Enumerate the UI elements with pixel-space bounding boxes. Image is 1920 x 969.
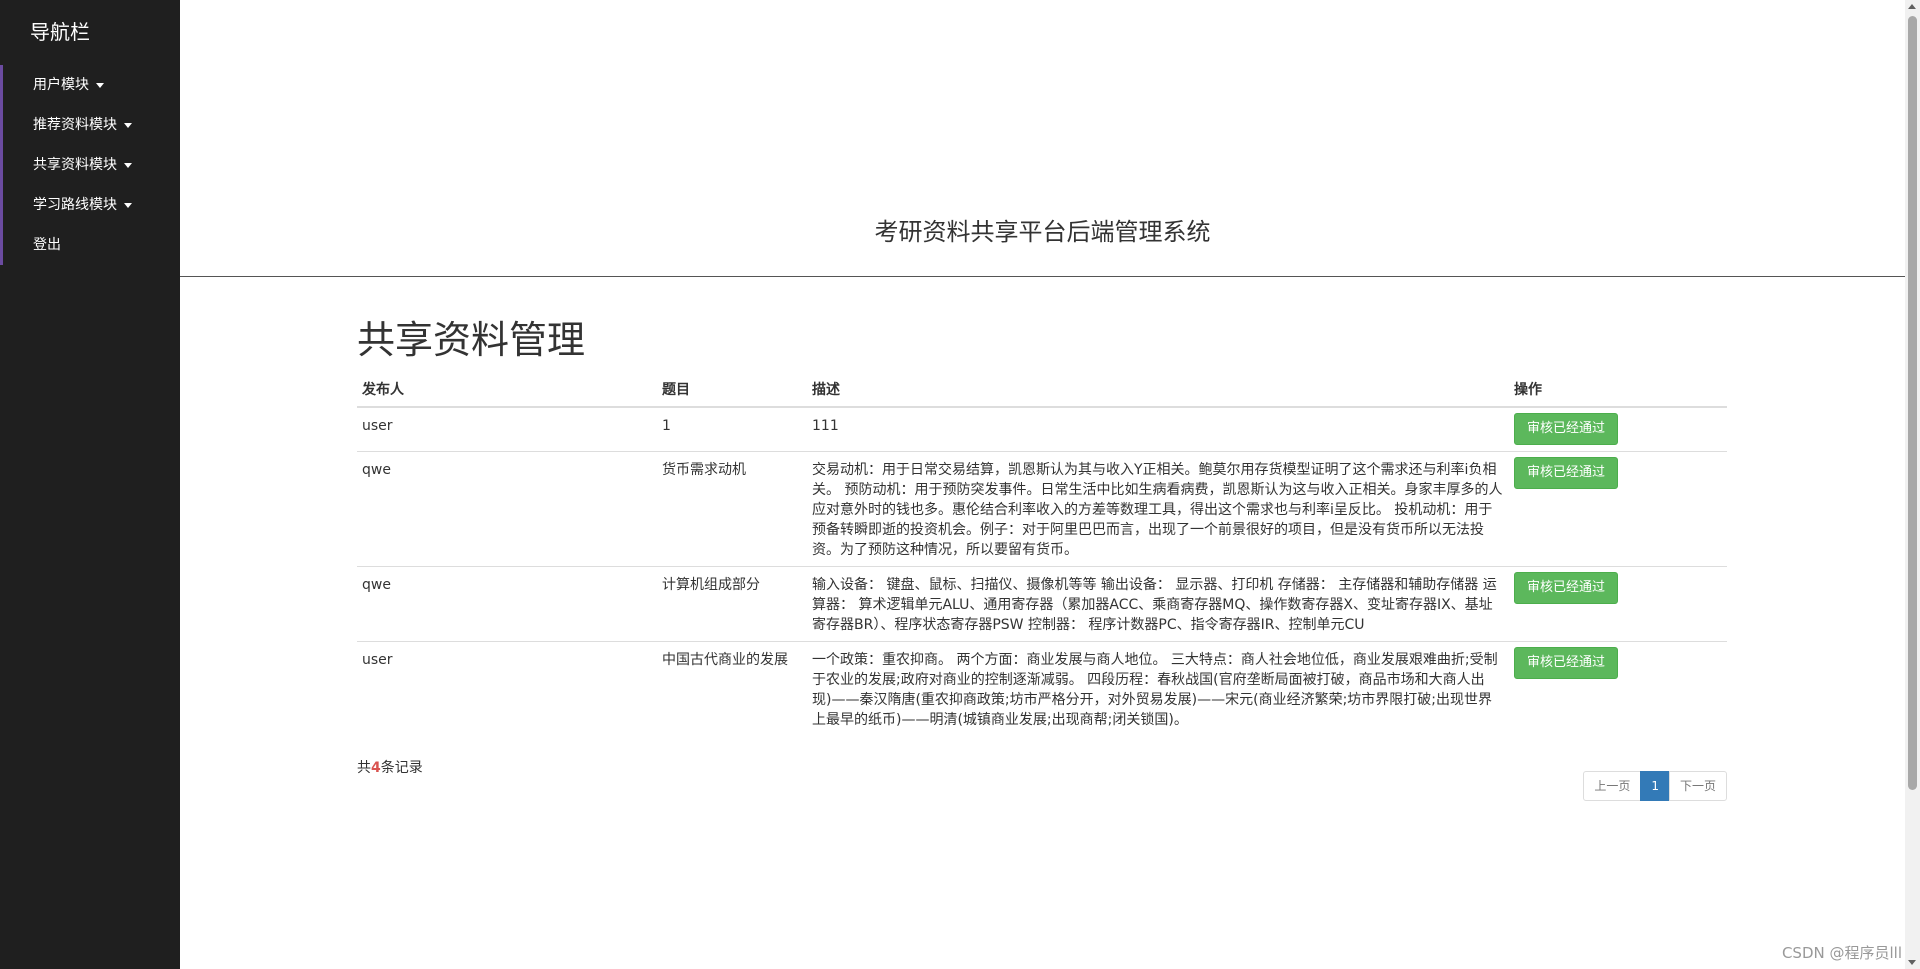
sidebar-item-shared-materials[interactable]: 共享资料模块 [0,145,180,185]
sidebar-nav: 用户模块 推荐资料模块 共享资料模块 学习路线模块 登出 [0,65,180,265]
watermark: CSDN @程序员lll [1781,944,1902,962]
scrollbar-thumb[interactable] [1908,16,1917,790]
cell-description: 111 [812,418,839,434]
cell-subject: 中国古代商业的发展 [657,641,807,736]
cell-publisher: user [357,641,657,736]
column-header-publisher: 发布人 [357,377,657,408]
approved-button[interactable]: 审核已经通过 [1514,413,1619,445]
cell-subject: 货币需求动机 [657,451,807,567]
caret-down-icon [124,162,132,168]
caret-down-icon [124,202,132,208]
table-row: user 1 111 审核已经通过 [357,407,1727,452]
next-page-button[interactable]: 下一页 [1668,771,1727,801]
total-count: 4 [371,760,381,776]
page-1-button[interactable]: 1 [1640,771,1670,801]
total-records: 共4条记录 [357,758,423,778]
total-prefix: 共 [357,760,371,776]
system-title: 考研资料共享平台后端管理系统 [874,218,1211,246]
table-row: qwe 计算机组成部分 输入设备： 键盘、鼠标、扫描仪、摄像机等等 输出设备： … [357,566,1727,642]
table-header-row: 发布人 题目 描述 操作 [357,377,1727,408]
caret-down-icon [96,82,104,88]
table-row: user 中国古代商业的发展 一个政策：重农抑商。 两个方面：商业发展与商人地位… [357,641,1727,736]
materials-table: 发布人 题目 描述 操作 user 1 111 审核已经通过 qwe 货币需求动… [357,377,1727,736]
cell-publisher: qwe [357,566,657,642]
caret-down-icon [124,122,132,128]
cell-publisher: user [362,418,393,434]
header: 考研资料共享平台后端管理系统 [180,0,1905,277]
sidebar-item-user-module[interactable]: 用户模块 [0,65,180,105]
column-header-subject: 题目 [657,377,807,408]
column-header-description: 描述 [807,377,1509,408]
cell-description: 输入设备： 键盘、鼠标、扫描仪、摄像机等等 输出设备： 显示器、打印机 存储器：… [807,566,1509,642]
cell-description: 交易动机：用于日常交易结算，凯恩斯认为其与收入Y正相关。鲍莫尔用存货模型证明了这… [807,451,1509,567]
sidebar-item-label: 共享资料模块 [33,157,117,173]
prev-page-button[interactable]: 上一页 [1583,771,1642,801]
vertical-scrollbar[interactable] [1905,0,1920,969]
scroll-up-arrow-icon[interactable] [1908,4,1916,9]
sidebar-item-learning-path[interactable]: 学习路线模块 [0,185,180,225]
sidebar-item-logout[interactable]: 登出 [0,225,180,265]
approved-button[interactable]: 审核已经通过 [1514,457,1619,489]
pagination: 上一页 1 下一页 [1583,771,1727,801]
approved-button[interactable]: 审核已经通过 [1514,572,1619,604]
table-row: qwe 货币需求动机 交易动机：用于日常交易结算，凯恩斯认为其与收入Y正相关。鲍… [357,451,1727,567]
cell-subject: 1 [662,418,671,434]
sidebar-item-recommended-materials[interactable]: 推荐资料模块 [0,105,180,145]
cell-action: 审核已经通过 [1509,451,1727,567]
sidebar-item-label: 登出 [33,237,61,253]
cell-action: 审核已经通过 [1509,641,1727,736]
total-suffix: 条记录 [380,760,423,776]
main-content: 共享资料管理 发布人 题目 描述 操作 user 1 111 审核已经通过 qw… [357,277,1727,818]
sidebar-title: 导航栏 [30,20,90,44]
column-header-action: 操作 [1509,377,1727,408]
cell-action: 审核已经通过 [1509,566,1727,642]
sidebar-item-label: 用户模块 [33,77,89,93]
cell-publisher: qwe [357,451,657,567]
cell-description: 一个政策：重农抑商。 两个方面：商业发展与商人地位。 三大特点：商人社会地位低，… [807,641,1509,736]
page-title: 共享资料管理 [357,318,586,362]
sidebar-item-label: 推荐资料模块 [33,117,117,133]
approved-button[interactable]: 审核已经通过 [1514,647,1619,679]
table-footer: 共4条记录 上一页 1 下一页 [357,758,1727,818]
sidebar-item-label: 学习路线模块 [33,197,117,213]
scroll-down-arrow-icon[interactable] [1908,960,1916,965]
sidebar: 导航栏 用户模块 推荐资料模块 共享资料模块 学习路线模块 登出 [0,0,180,969]
cell-subject: 计算机组成部分 [657,566,807,642]
cell-action: 审核已经通过 [1509,407,1727,452]
